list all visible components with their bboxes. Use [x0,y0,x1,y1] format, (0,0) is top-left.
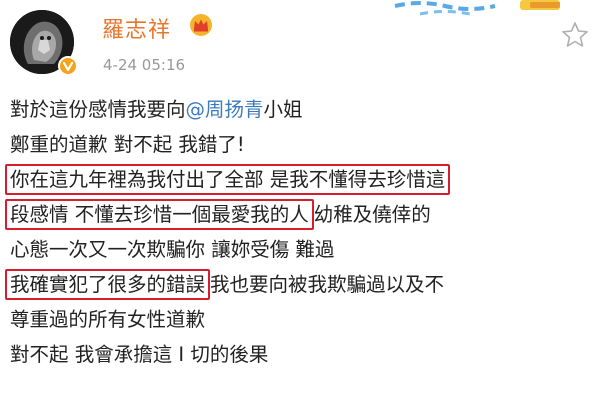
text-segment: 小姐 [263,98,303,121]
highlighted-text: 段感情 不懂去珍惜一個最愛我的人 [5,199,314,230]
text-segment: 尊重過的所有女性道歉 [10,308,206,331]
text-segment: 鄭重的道歉 對不起 我錯了! [10,133,245,156]
post-line: 段感情 不懂去珍惜一個最愛我的人 幼稚及僥倖的 [5,197,595,232]
post-line: 對於這份感情我要向 @周扬青 小姐 [10,92,595,127]
header-banner-decoration [394,0,560,16]
text-segment: 心態一次又一次欺騙你 讓妳受傷 難過 [10,238,335,261]
star-outline-icon[interactable] [560,20,590,50]
highlighted-text: 我確實犯了很多的錯誤 [5,269,211,300]
post-line: 你在這九年裡為我付出了全部 是我不懂得去珍惜這 [5,162,595,197]
post-line: 心態一次又一次欺騙你 讓妳受傷 難過 [10,232,595,267]
text-segment: 我也要向被我欺騙過以及不 [210,273,445,296]
post-timestamp[interactable]: 4-24 05:16 [103,56,185,74]
post-line: 尊重過的所有女性道歉 [10,302,595,337]
mention-link[interactable]: @周扬青 [186,92,264,127]
post-line: 對不起 我會承擔這 I 切的後果 [10,337,595,372]
username[interactable]: 羅志祥 [102,12,171,44]
post-text: 對於這份感情我要向 @周扬青 小姐 鄭重的道歉 對不起 我錯了! 你在這九年裡為… [5,92,595,372]
text-segment: 對不起 我會承擔這 I 切的後果 [10,343,269,366]
text-segment: 幼稚及僥倖的 [313,203,431,226]
user-avatar[interactable] [10,10,78,78]
highlighted-text: 你在這九年裡為我付出了全部 是我不懂得去珍惜這 [5,164,451,195]
verified-badge-icon [58,56,78,76]
crown-icon [190,14,212,36]
text-segment: 對於這份感情我要向 [10,98,186,121]
post-line: 我確實犯了很多的錯誤 我也要向被我欺騙過以及不 [5,267,595,302]
post-line: 鄭重的道歉 對不起 我錯了! [10,127,595,162]
